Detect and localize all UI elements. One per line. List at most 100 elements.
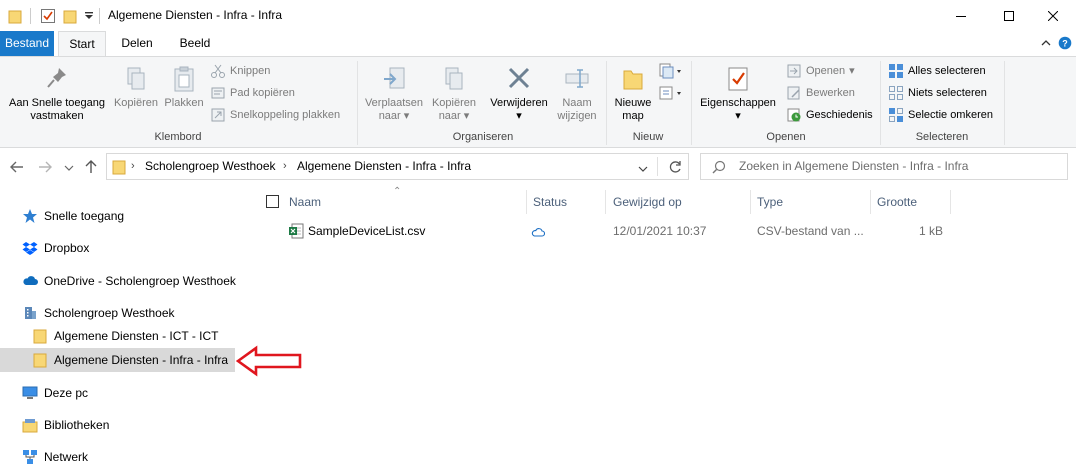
nav-item-ict[interactable]: Algemene Diensten - ICT - ICT [32, 325, 219, 347]
chevron-down-icon: ▾ [849, 65, 855, 77]
file-name: SampleDeviceList.csv [308, 224, 426, 238]
nav-item-infra[interactable]: Algemene Diensten - Infra - Infra [32, 349, 228, 371]
rename-label-line1: Naam [562, 97, 592, 109]
edit-icon [787, 86, 800, 100]
scissors-icon [211, 64, 225, 78]
column-divider[interactable] [526, 190, 527, 214]
arrow-up-icon [85, 160, 97, 173]
search-icon [711, 159, 727, 178]
nav-item-onedrive[interactable]: OneDrive - Scholengroep Westhoek [22, 270, 236, 292]
close-button[interactable] [1030, 0, 1076, 31]
minimize-icon [956, 15, 966, 17]
new-folder-button[interactable]: Nieuwe map [610, 65, 656, 123]
column-header-modified[interactable]: Gewijzigd op [613, 190, 682, 214]
history-button[interactable]: Geschiedenis [786, 105, 873, 125]
nav-label: Snelle toegang [44, 209, 125, 223]
navigation-bar: › Scholengroep Westhoek › Algemene Diens… [0, 148, 1076, 186]
table-row[interactable]: SampleDeviceList.csv 12/01/2021 10:37 CS… [255, 218, 955, 244]
delete-label: Verwijderen [490, 97, 548, 109]
column-divider[interactable] [870, 190, 871, 214]
tab-bestand[interactable]: Bestand [0, 31, 54, 56]
nav-label: OneDrive - Scholengroep Westhoek [44, 274, 236, 288]
library-icon [22, 419, 38, 433]
nav-item-network[interactable]: Netwerk [22, 446, 88, 468]
tab-start[interactable]: Start [58, 31, 106, 57]
copy-to-button[interactable]: Kopiëren naar ▾ [428, 65, 480, 123]
nav-item-scholengroep[interactable]: Scholengroep Westhoek [22, 302, 175, 324]
column-header-status[interactable]: Status [533, 190, 567, 214]
new-folder-icon[interactable] [62, 8, 78, 24]
minimize-button[interactable] [938, 0, 984, 31]
title-bar: Algemene Diensten - Infra - Infra [0, 0, 1076, 31]
address-history-dropdown[interactable] [638, 163, 648, 177]
new-folder-label-line2: map [622, 110, 644, 122]
folder-icon [111, 159, 127, 178]
back-button[interactable] [8, 158, 26, 179]
breadcrumb-current-folder[interactable]: Algemene Diensten - Infra - Infra [297, 159, 471, 173]
refresh-button[interactable] [667, 159, 683, 178]
edit-button[interactable]: Bewerken [786, 83, 855, 103]
file-type: CSV-bestand van ... [757, 224, 864, 238]
tab-delen[interactable]: Delen [112, 31, 162, 56]
divider [657, 157, 658, 176]
select-none-button[interactable]: Niets selecteren [888, 83, 987, 103]
paste-label: Plakken [164, 97, 204, 109]
pin-to-quick-access-button[interactable]: Aan Snelle toegang vastmaken [4, 65, 110, 123]
column-header-type[interactable]: Type [757, 190, 783, 214]
maximize-button[interactable] [986, 0, 1032, 31]
close-icon [1048, 10, 1058, 21]
breadcrumb-scholengroep[interactable]: Scholengroep Westhoek [145, 159, 276, 173]
address-field[interactable]: › Scholengroep Westhoek › Algemene Diens… [106, 153, 689, 180]
properties-icon[interactable] [40, 8, 56, 24]
excel-csv-icon [288, 223, 304, 242]
invert-selection-button[interactable]: Selectie omkeren [888, 105, 993, 125]
column-divider[interactable] [950, 190, 951, 214]
select-all-checkbox[interactable] [266, 195, 279, 208]
easy-access-button[interactable] [658, 85, 684, 104]
navigation-pane: Snelle toegang Dropbox OneDrive - Schole… [0, 186, 302, 471]
divider [357, 61, 358, 145]
folder-icon[interactable] [8, 8, 22, 24]
select-all-button[interactable]: Alles selecteren [888, 61, 986, 81]
recent-locations-button[interactable] [64, 162, 74, 176]
computer-icon [22, 386, 38, 399]
copy-path-label: Pad kopiëren [230, 87, 295, 99]
chevron-right-icon[interactable]: › [131, 160, 135, 172]
nav-item-dropbox[interactable]: Dropbox [22, 237, 89, 259]
nav-item-libraries[interactable]: Bibliotheken [22, 414, 109, 436]
delete-dropdown-arrow[interactable]: ▾ [486, 110, 552, 123]
nav-label: Deze pc [44, 386, 89, 400]
search-placeholder: Zoeken in Algemene Diensten - Infra - In… [739, 159, 969, 173]
chevron-right-icon[interactable]: › [283, 160, 287, 172]
forward-button[interactable] [36, 158, 54, 179]
move-to-button[interactable]: Verplaatsen naar ▾ [362, 65, 426, 123]
select-none-icon [889, 86, 903, 100]
properties-dropdown-arrow[interactable]: ▾ [696, 110, 780, 123]
column-divider[interactable] [605, 190, 606, 214]
collapse-ribbon-button[interactable] [1040, 37, 1052, 52]
copy-path-button[interactable]: Pad kopiëren [210, 83, 295, 103]
search-field[interactable]: Zoeken in Algemene Diensten - Infra - In… [700, 153, 1068, 180]
cloud-sync-status-icon [531, 226, 546, 240]
network-icon [23, 450, 37, 464]
new-item-button[interactable] [658, 63, 684, 82]
customize-quick-access-icon[interactable] [84, 10, 94, 26]
tab-beeld[interactable]: Beeld [170, 31, 220, 56]
nav-item-quick-access[interactable]: Snelle toegang [22, 205, 124, 227]
copy-button[interactable]: Kopiëren [112, 65, 160, 110]
column-header-name[interactable]: Naam [289, 190, 321, 214]
rename-button[interactable]: Naam wijzigen [554, 65, 600, 123]
cut-button[interactable]: Knippen [210, 61, 270, 81]
help-button[interactable]: ? [1058, 36, 1072, 53]
open-label: Openen [806, 65, 846, 77]
delete-button[interactable]: Verwijderen ▾ [486, 65, 552, 123]
up-button[interactable] [82, 158, 100, 179]
properties-button[interactable]: Eigenschappen ▾ [696, 65, 780, 123]
paste-button[interactable]: Plakken [162, 65, 206, 110]
divider [880, 61, 881, 145]
paste-shortcut-button[interactable]: Snelkoppeling plakken [210, 105, 340, 125]
column-header-size[interactable]: Grootte [877, 190, 917, 214]
column-divider[interactable] [750, 190, 751, 214]
nav-item-this-pc[interactable]: Deze pc [22, 382, 88, 404]
open-button[interactable]: Openen ▾ [786, 61, 855, 81]
